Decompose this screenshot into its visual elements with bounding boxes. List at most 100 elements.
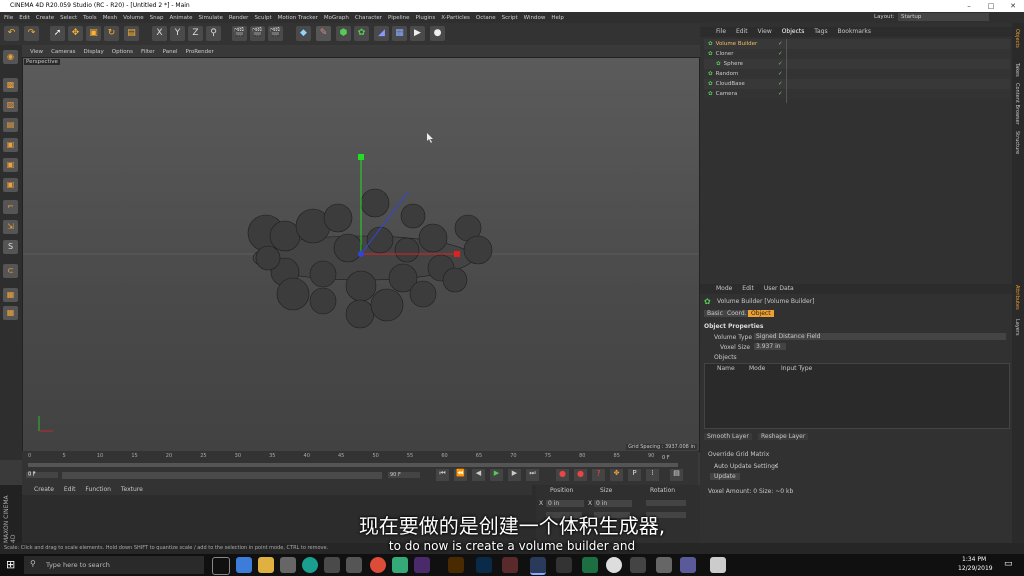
coords-x-field[interactable]: 0 in [546,500,584,507]
notification-icon[interactable]: ▭ [1004,559,1013,569]
objects-menu-bookmarks[interactable]: Bookmarks [838,28,872,35]
timeline-ruler[interactable]: 0 5 10 15 20 25 30 35 40 45 50 55 60 65 70 75 80 85 90 [28,453,678,463]
scale-icon[interactable]: ▣ [86,26,101,41]
material-menu-function[interactable]: Function [85,486,111,493]
side-tab-structure[interactable]: Structure [1014,131,1020,154]
visibility-check-icon[interactable]: ✓ [778,79,783,89]
object-row[interactable]: ✿ Volume Builder ✓ [704,39,1010,49]
viewport-menu-options[interactable]: Options [112,47,133,57]
app-icon-7[interactable] [606,557,622,573]
app-icon-4[interactable] [392,557,408,573]
light-icon[interactable]: ● [430,26,445,41]
tab-object[interactable]: Object [748,310,774,317]
illustrator-icon[interactable] [448,557,464,573]
points-mode-icon[interactable]: ▣ [3,138,18,152]
taskbar-search[interactable]: ⚲ Type here to search [24,556,204,574]
voxel-size-field[interactable]: 3.937 in [754,343,786,350]
app-icon-9[interactable] [656,557,672,573]
record-icon[interactable]: ● [556,469,569,481]
premiere-icon[interactable] [414,557,430,573]
deformer-icon[interactable]: ◢ [374,26,389,41]
next-frame-icon[interactable]: ▶ [508,469,521,481]
object-row[interactable]: ✿ Camera ✓ [704,89,1010,99]
viewport-menu-display[interactable]: Display [84,47,104,57]
visibility-check-icon[interactable]: ✓ [778,89,783,99]
keyframe-selection-icon[interactable]: ? [592,469,605,481]
visibility-check-icon[interactable]: ✓ [778,69,783,79]
app-icon-11[interactable] [710,557,726,573]
clock-date[interactable]: 12/29/2019 [958,565,993,572]
redo-icon[interactable]: ↷ [24,26,39,41]
store-icon[interactable] [280,557,296,573]
camera-icon[interactable]: ▶ [410,26,425,41]
timeline-track[interactable] [28,463,678,467]
app-icon-6[interactable] [556,557,572,573]
magnet-icon[interactable]: ⊂ [3,264,18,278]
layout-select[interactable]: Startup [898,13,989,21]
app-icon-1[interactable] [302,557,318,573]
viewport-menu-prorender[interactable]: ProRender [186,47,214,57]
play-icon[interactable]: ▶ [490,469,503,481]
cinema4d-icon[interactable] [530,557,546,575]
attributes-menu-edit[interactable]: Edit [742,285,754,292]
snap-icon[interactable]: S [3,240,18,254]
end-frame-field[interactable]: 90 F [388,472,420,478]
app-icon-8[interactable] [630,557,646,573]
tab-basic[interactable]: Basic [704,310,726,317]
lock-workplane-icon[interactable]: ▦ [3,288,18,302]
visibility-check-icon[interactable]: ✓ [778,59,783,69]
planar-workplane-icon[interactable]: ▦ [3,306,18,320]
object-row[interactable]: ✿ Random ✓ [704,69,1010,79]
y-axis-icon[interactable]: Y [170,26,185,41]
viewport-menu-panel[interactable]: Panel [163,47,178,57]
maximize-button[interactable]: □ [982,0,1000,12]
side-tab-attributes[interactable]: Attributes [1014,285,1020,310]
objects-menu-file[interactable]: File [716,28,726,35]
prev-key-icon[interactable]: ⏪ [454,469,467,481]
attributes-menu-user-data[interactable]: User Data [764,285,794,292]
app-icon-10[interactable] [680,557,696,573]
key-pla-icon[interactable]: ⁞ [646,469,659,481]
app-icon-5[interactable] [502,557,518,573]
coords-size-x-field[interactable]: 0 in [594,500,632,507]
excel-icon[interactable] [582,557,598,573]
recent-tools-icon[interactable]: ▤ [124,26,139,41]
photoshop-icon[interactable] [476,557,492,573]
update-button[interactable]: Update [710,473,740,480]
go-to-start-icon[interactable]: ⏮ [436,469,449,481]
task-view-icon[interactable] [212,557,230,575]
viewport[interactable]: Perspective Grid Spacing : 3937.008 in [22,57,700,452]
z-axis-icon[interactable]: Z [188,26,203,41]
move-icon[interactable]: ✥ [68,26,83,41]
minimize-button[interactable]: – [960,0,978,12]
render-view-icon[interactable]: 🎬 [232,26,247,41]
app-icon-3[interactable] [346,557,362,573]
objects-menu-edit[interactable]: Edit [736,28,748,35]
reshape-layer-button[interactable]: Reshape Layer [758,433,809,440]
file-explorer-icon[interactable] [258,557,274,573]
viewport-menu-view[interactable]: View [30,47,43,57]
volume-type-dropdown[interactable]: Signed Distance Field [754,333,1006,340]
side-tab-takes[interactable]: Takes [1014,63,1020,77]
cube-icon[interactable]: ◆ [296,26,311,41]
material-menu-edit[interactable]: Edit [64,486,76,493]
side-tab-objects[interactable]: Objects [1014,29,1020,48]
object-row[interactable]: ✿ Sphere ✓ [704,59,1010,69]
current-frame-field[interactable]: 0 F [28,471,36,477]
objects-menu-objects[interactable]: Objects [782,28,805,35]
subdivision-icon[interactable]: ⬢ [336,26,351,41]
polygons-mode-icon[interactable]: ▣ [3,178,18,192]
key-param-icon[interactable]: P [628,469,641,481]
render-settings-icon[interactable]: 🎬 [268,26,283,41]
objects-menu-view[interactable]: View [758,28,772,35]
timeline-menu-icon[interactable]: ▤ [670,469,683,481]
auto-update-settings[interactable]: Auto Update Settings [714,463,778,470]
workplane-icon[interactable]: ▤ [3,118,18,132]
side-tab-layers[interactable]: Layers [1014,319,1020,336]
clock-time[interactable]: 1:34 PM [962,556,986,563]
key-position-icon[interactable]: ✥ [610,469,623,481]
side-tab-content-browser[interactable]: Content Browser [1014,83,1020,125]
override-grid-matrix[interactable]: Override Grid Matrix [708,451,769,458]
tab-coord[interactable]: Coord. [724,310,750,317]
go-to-end-icon[interactable]: ⏭ [526,469,539,481]
